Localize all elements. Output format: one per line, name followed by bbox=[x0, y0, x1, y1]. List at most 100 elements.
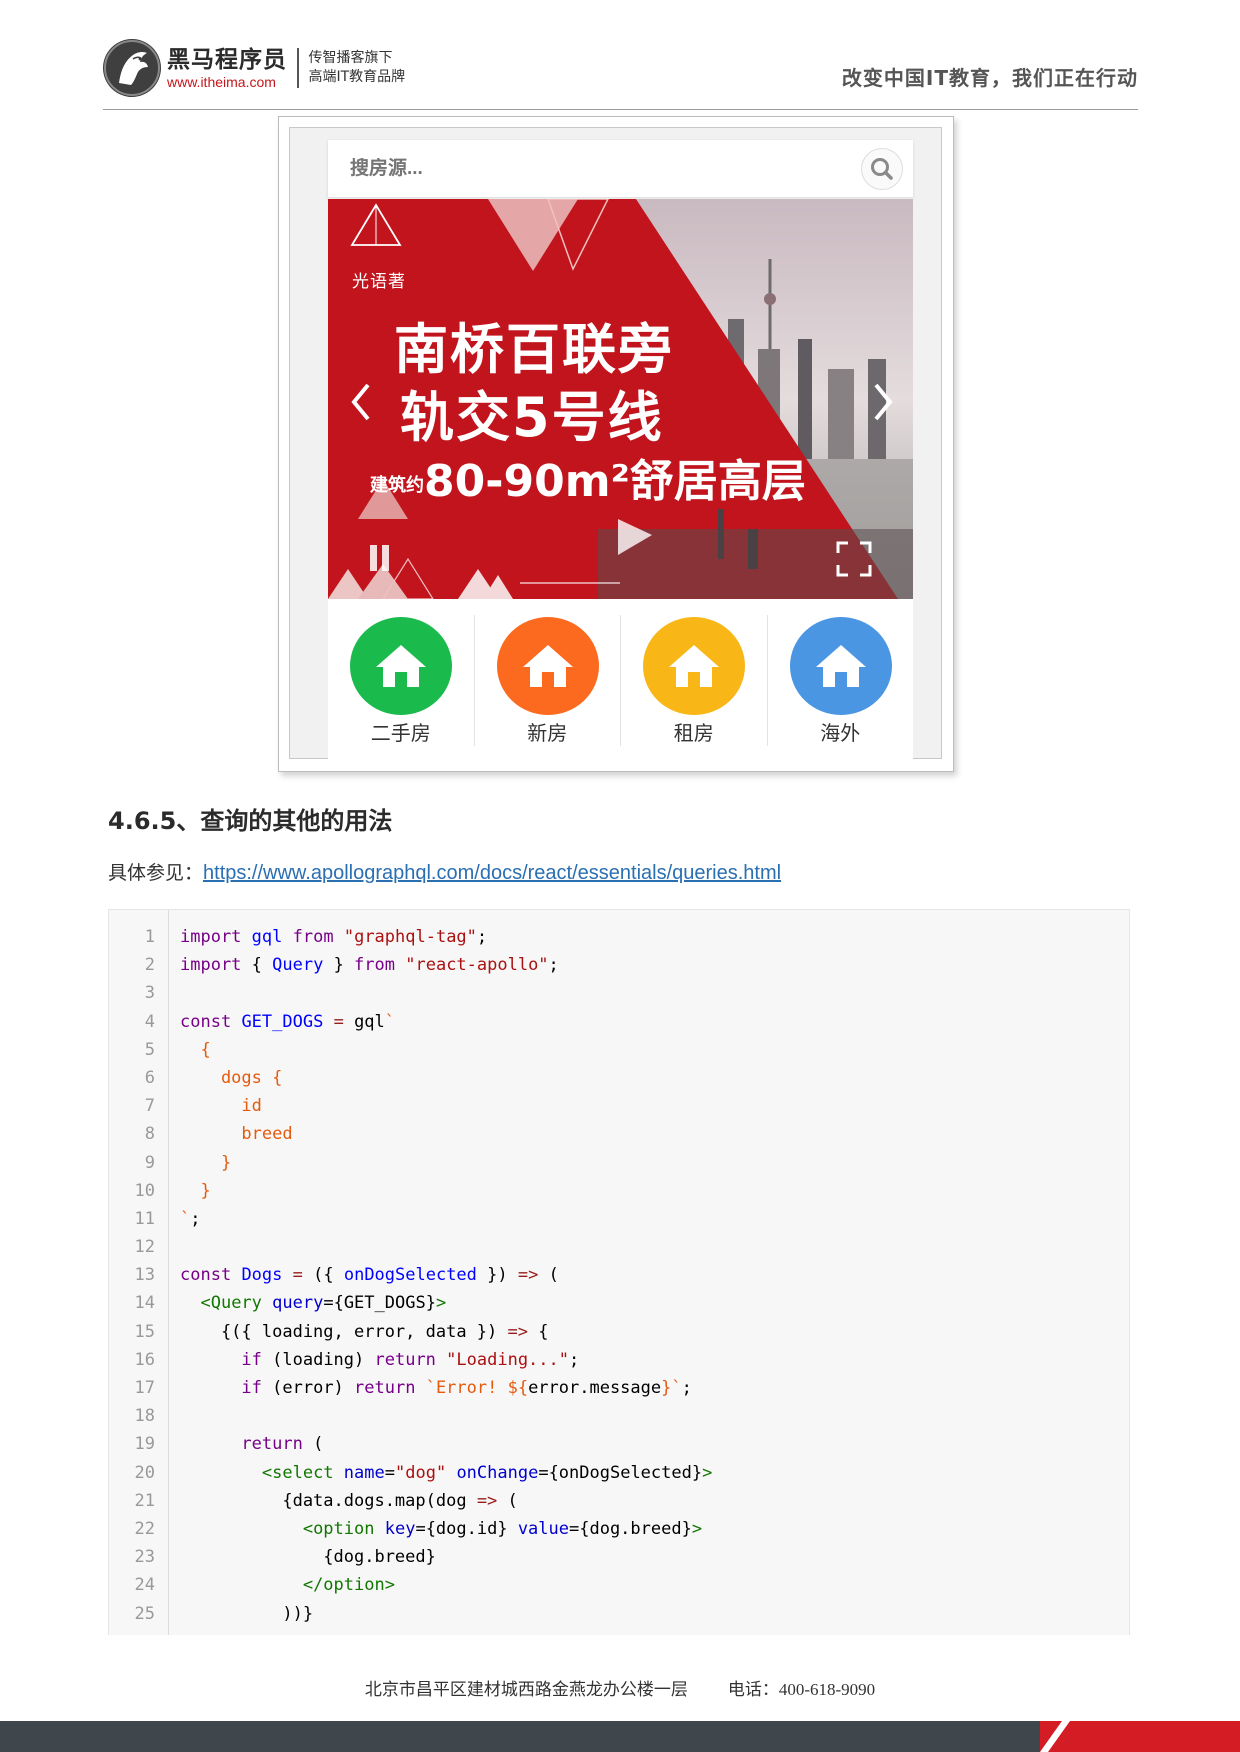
logo-url: www.itheima.com bbox=[167, 74, 276, 90]
code-text: <select name="dog" onChange={onDogSelect… bbox=[180, 1459, 712, 1487]
line-number: 11 bbox=[134, 1208, 155, 1229]
code-token: ` bbox=[384, 1011, 396, 1032]
code-line: 11 `; bbox=[109, 1205, 1129, 1233]
code-token: "dog" bbox=[395, 1462, 447, 1483]
category-tiles: 二手房 新房 租房 海外 bbox=[328, 601, 913, 760]
code-token: if bbox=[241, 1349, 262, 1370]
code-token: ; bbox=[190, 1208, 201, 1229]
house-icon bbox=[789, 617, 892, 715]
code-token: import bbox=[180, 955, 242, 976]
line-number: 2 bbox=[144, 955, 155, 976]
search-icon bbox=[871, 158, 893, 180]
code-token: ))} bbox=[180, 1603, 314, 1624]
code-token: = bbox=[292, 1265, 303, 1286]
banner-headline-3-prefix: 建筑约 bbox=[370, 475, 424, 496]
code-lines: 1 import gql from "graphql-tag"; 2 import {… bbox=[109, 923, 1129, 1628]
code-line: 6 dogs { bbox=[109, 1064, 1129, 1092]
code-line: 12 bbox=[109, 1233, 1129, 1261]
carousel-next-button[interactable] bbox=[868, 377, 898, 427]
code-token: ( bbox=[538, 1265, 559, 1286]
tile-rent[interactable]: 租房 bbox=[621, 615, 768, 746]
house-icon bbox=[496, 617, 599, 715]
search-input[interactable] bbox=[350, 158, 770, 180]
carousel-banner[interactable]: 光语著 南桥百联旁 轨交5号线 建筑约80-90m²舒居高层 bbox=[328, 199, 913, 599]
line-number: 15 bbox=[134, 1321, 155, 1342]
code-text: `; bbox=[180, 1205, 201, 1233]
code-token: ; bbox=[548, 955, 559, 976]
code-line: 15 {({ loading, error, data }) => { bbox=[109, 1318, 1129, 1346]
code-token: error.message bbox=[528, 1378, 662, 1398]
carousel-prev-button[interactable] bbox=[346, 377, 376, 427]
code-token: ` bbox=[180, 1208, 191, 1229]
code-line: 1 import gql from "graphql-tag"; bbox=[109, 923, 1129, 951]
line-number: 5 bbox=[144, 1039, 155, 1060]
code-line: 17 if (error) return `Error! ${error.mes… bbox=[109, 1374, 1129, 1402]
code-token: { bbox=[241, 955, 273, 976]
footer-contact: 北京市昌平区建材城西路金燕龙办公楼一层 电话：400-618-9090 bbox=[0, 1675, 1240, 1700]
code-line: 18 bbox=[109, 1402, 1129, 1430]
code-line: 16 if (loading) return "Loading..."; bbox=[109, 1346, 1129, 1374]
code-token: gql bbox=[251, 927, 283, 947]
tile-label: 租房 bbox=[673, 721, 714, 745]
pause-icon bbox=[370, 545, 389, 571]
line-number: 17 bbox=[134, 1378, 155, 1398]
code-token: <option bbox=[302, 1518, 375, 1539]
line-number: 6 bbox=[144, 1067, 155, 1088]
code-text: ))} bbox=[180, 1600, 313, 1628]
code-token: return bbox=[241, 1434, 303, 1455]
logo-divider bbox=[297, 48, 299, 88]
banner-headline-3: 建筑约80-90m²舒居高层 bbox=[370, 445, 806, 509]
search-button[interactable] bbox=[861, 148, 903, 190]
code-token: gql bbox=[343, 1011, 385, 1032]
code-line: 10 } bbox=[109, 1177, 1129, 1205]
code-text: if (error) return `Error! ${error.messag… bbox=[180, 1374, 691, 1402]
house-icon bbox=[350, 617, 452, 715]
line-number: 13 bbox=[134, 1265, 155, 1286]
tile-new-house[interactable]: 新房 bbox=[475, 615, 621, 746]
code-line: 21 {data.dogs.map(dog => ( bbox=[109, 1487, 1129, 1515]
reference-link[interactable]: https://www.apollographql.com/docs/react… bbox=[203, 862, 781, 884]
code-token: } bbox=[180, 1152, 232, 1173]
tile-overseas[interactable]: 海外 bbox=[768, 615, 914, 746]
code-token: = bbox=[384, 1462, 395, 1483]
code-text: const GET_DOGS = gql` bbox=[180, 1008, 395, 1036]
code-token: <Query bbox=[200, 1293, 262, 1314]
line-number: 1 bbox=[144, 927, 155, 947]
code-token: => bbox=[476, 1490, 498, 1511]
code-token: }` bbox=[661, 1378, 682, 1398]
line-number: 9 bbox=[144, 1152, 155, 1173]
code-line: 7 id bbox=[109, 1092, 1129, 1120]
line-number: 16 bbox=[134, 1349, 155, 1370]
code-token: value bbox=[517, 1518, 569, 1539]
tile-second-hand[interactable]: 二手房 bbox=[328, 615, 475, 746]
reference-prefix: 具体参见： bbox=[108, 862, 204, 884]
line-number: 18 bbox=[134, 1406, 155, 1427]
code-token: => bbox=[507, 1321, 528, 1342]
line-number: 4 bbox=[144, 1011, 155, 1032]
code-text: </option> bbox=[180, 1571, 395, 1599]
fullscreen-icon bbox=[836, 541, 872, 577]
code-text: breed bbox=[180, 1120, 292, 1148]
code-text: return ( bbox=[180, 1430, 323, 1458]
code-token: = bbox=[333, 1011, 344, 1032]
line-number: 7 bbox=[144, 1096, 155, 1117]
code-token: => bbox=[517, 1265, 539, 1286]
code-token: ; bbox=[569, 1349, 580, 1370]
play-icon bbox=[618, 519, 652, 555]
code-token: `Error! ${ bbox=[425, 1378, 529, 1398]
code-text: <option key={dog.id} value={dog.breed}> bbox=[180, 1515, 702, 1543]
code-text: <Query query={GET_DOGS}> bbox=[180, 1289, 446, 1317]
code-token: "react-apollo" bbox=[405, 955, 549, 976]
code-token: return bbox=[354, 1378, 416, 1398]
code-text: id bbox=[180, 1092, 261, 1120]
code-token: import bbox=[180, 927, 242, 947]
chevron-right-icon bbox=[874, 383, 893, 421]
